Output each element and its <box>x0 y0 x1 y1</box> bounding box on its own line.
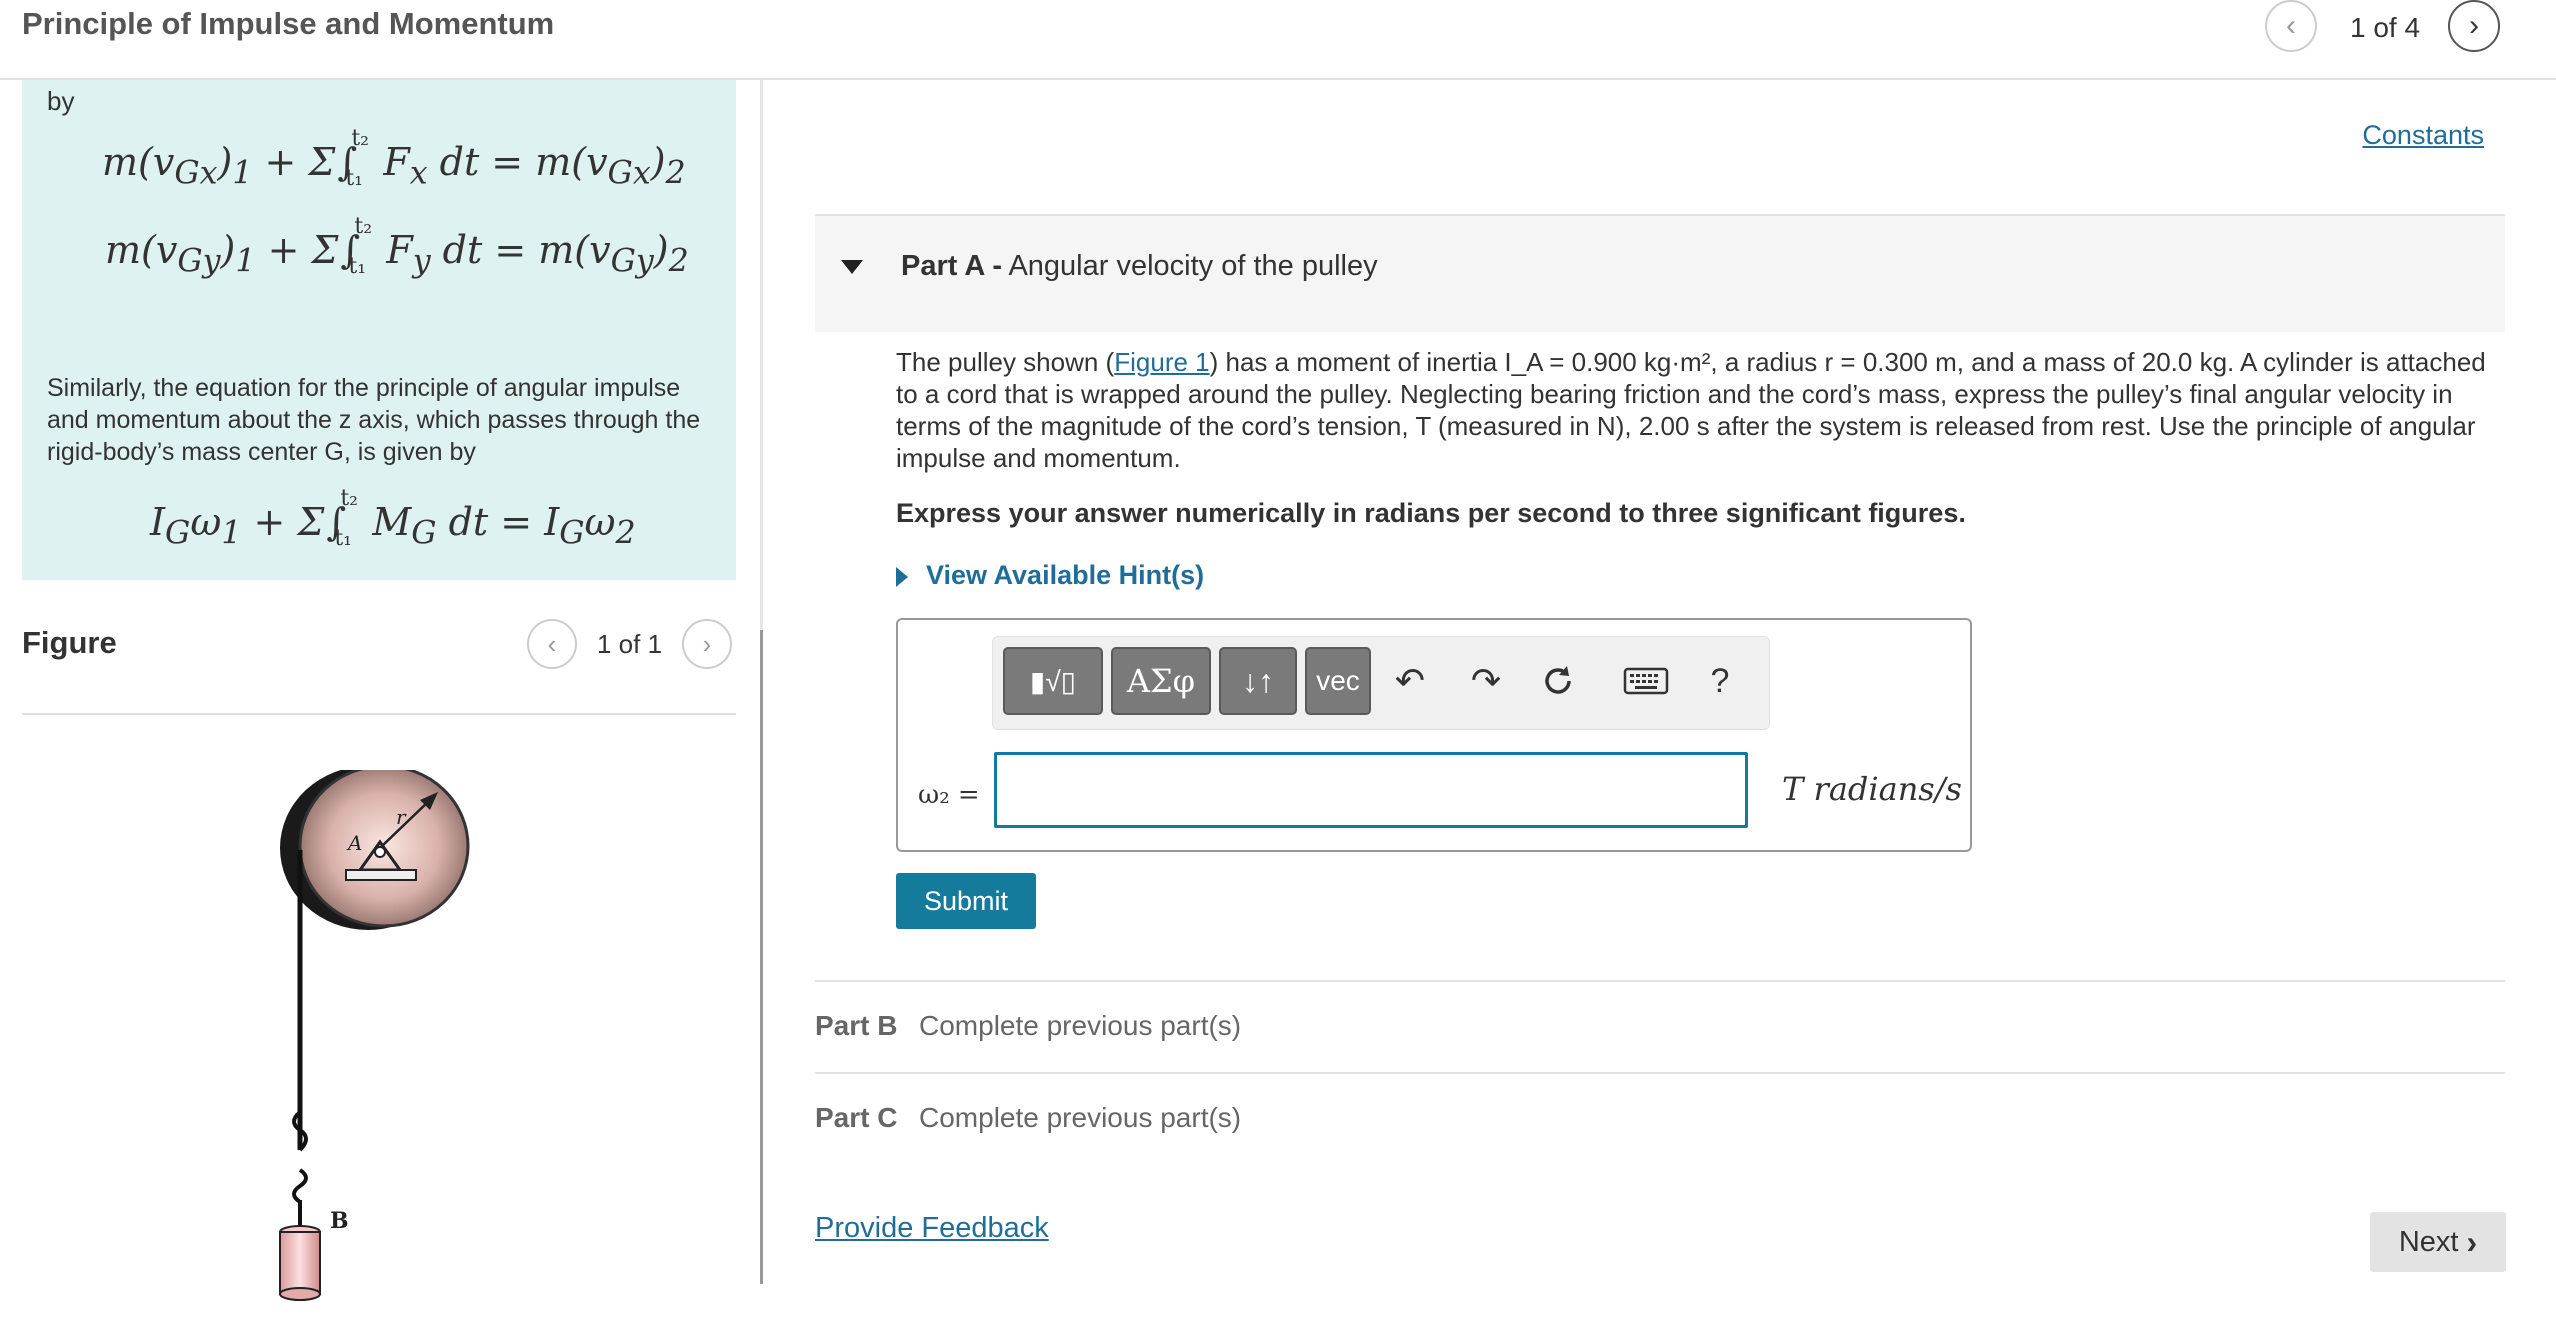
part-b-status: Complete previous part(s) <box>919 1010 1242 1041</box>
figure-next-button[interactable]: › <box>682 619 732 669</box>
figure-prev-button[interactable]: ‹ <box>527 619 577 669</box>
figure-label-b: B <box>330 1208 349 1234</box>
submit-button[interactable]: Submit <box>896 873 1036 929</box>
redo-icon[interactable]: ↷ <box>1461 655 1511 707</box>
answer-input[interactable] <box>994 752 1748 828</box>
figure-header: Figure ‹ 1 of 1 › <box>22 619 736 715</box>
pulley-base <box>345 869 417 881</box>
prev-item-button[interactable]: ‹ <box>2265 0 2317 52</box>
left-panel: by m(vGx)1 + Σ∫ t₂ t₁ Fx dt = m(vGx)2 m(vG… <box>0 80 760 1301</box>
math-toolbar: ▮√▯ ΑΣφ ↓↑ vec ↶ ↷ ? <box>992 636 1770 730</box>
figure-label-r: r <box>396 805 407 829</box>
undo-icon[interactable]: ↶ <box>1385 655 1435 707</box>
next-button[interactable]: Next › <box>2370 1212 2506 1272</box>
part-b-row[interactable]: Part B Complete previous part(s) <box>815 980 2505 1072</box>
part-c-label: Part C <box>815 1102 898 1133</box>
keyboard-icon[interactable] <box>1611 655 1681 707</box>
answer-instruction: Express your answer numerically in radia… <box>896 498 1966 528</box>
figure-label-a: A <box>346 831 362 855</box>
linear-impulse-equation-x: m(vGx)1 + Σ∫ t₂ t₁ Fx dt = m(vGx)2 <box>102 126 686 192</box>
templates-button[interactable]: ▮√▯ <box>1003 647 1103 715</box>
figure-page-indicator: 1 of 1 <box>597 629 663 659</box>
next-item-button[interactable]: › <box>2448 0 2500 52</box>
angular-impulse-equation: IGω1 + Σ∫ t₂ t₁ MG dt = IGω2 <box>150 486 636 552</box>
provide-feedback-link[interactable]: Provide Feedback <box>815 1212 1049 1245</box>
answer-variable-label: ω₂ = <box>918 780 980 810</box>
cylinder-body <box>279 1231 321 1295</box>
pulley-figure[interactable]: r A B <box>260 770 500 1330</box>
expand-triangle-icon <box>896 566 908 587</box>
top-header: Principle of Impulse and Momentum ‹ 1 of… <box>0 0 2556 80</box>
help-button[interactable]: ? <box>1695 655 1745 707</box>
arrows-button[interactable]: ↓↑ <box>1219 647 1297 715</box>
reset-icon[interactable] <box>1533 655 1583 707</box>
greek-symbols-button[interactable]: ΑΣφ <box>1111 647 1211 715</box>
figure-link[interactable]: Figure 1 <box>1114 347 1209 377</box>
explanation-by-text: by <box>47 86 75 116</box>
constants-link[interactable]: Constants <box>2362 120 2484 151</box>
vector-button[interactable]: vec <box>1305 647 1371 715</box>
item-page-indicator: 1 of 4 <box>2350 12 2421 43</box>
view-hints-link[interactable]: View Available Hint(s) <box>896 560 1204 591</box>
chevron-left-icon: ‹ <box>547 628 557 659</box>
chevron-left-icon: ‹ <box>2286 9 2296 42</box>
explanation-paragraph: Similarly, the equation for the principl… <box>47 374 701 466</box>
part-c-status: Complete previous part(s) <box>919 1102 1242 1133</box>
linear-impulse-equation-y: m(vGy)1 + Σ∫ t₂ t₁ Fy dt = m(vGy)2 <box>105 214 689 280</box>
part-c-row[interactable]: Part C Complete previous part(s) <box>815 1072 2505 1164</box>
problem-statement: The pulley shown (Figure 1) has a moment… <box>896 347 2486 473</box>
part-b-label: Part B <box>815 1010 898 1041</box>
part-a-title: Part A - Angular velocity of the pulley <box>901 250 1378 282</box>
page-title: Principle of Impulse and Momentum <box>22 6 555 41</box>
figure-label: Figure <box>22 625 117 660</box>
chevron-right-icon: › <box>2466 1223 2478 1260</box>
collapse-triangle-icon[interactable] <box>841 260 863 274</box>
chevron-right-icon: › <box>702 628 712 659</box>
part-a-header[interactable]: Part A - Angular velocity of the pulley <box>815 214 2505 332</box>
answer-units: T radians/s <box>1782 770 1962 808</box>
templates-icon: ▮√▯ <box>1029 665 1077 697</box>
explanation-box: by m(vGx)1 + Σ∫ t₂ t₁ Fx dt = m(vGx)2 m(vG… <box>22 80 736 580</box>
answer-box: ▮√▯ ΑΣφ ↓↑ vec ↶ ↷ ? ω₂ = T radians/s <box>896 618 1972 852</box>
right-panel: Constants Part A - Angular velocity of t… <box>763 80 2556 1284</box>
chevron-right-icon: › <box>2469 9 2479 42</box>
